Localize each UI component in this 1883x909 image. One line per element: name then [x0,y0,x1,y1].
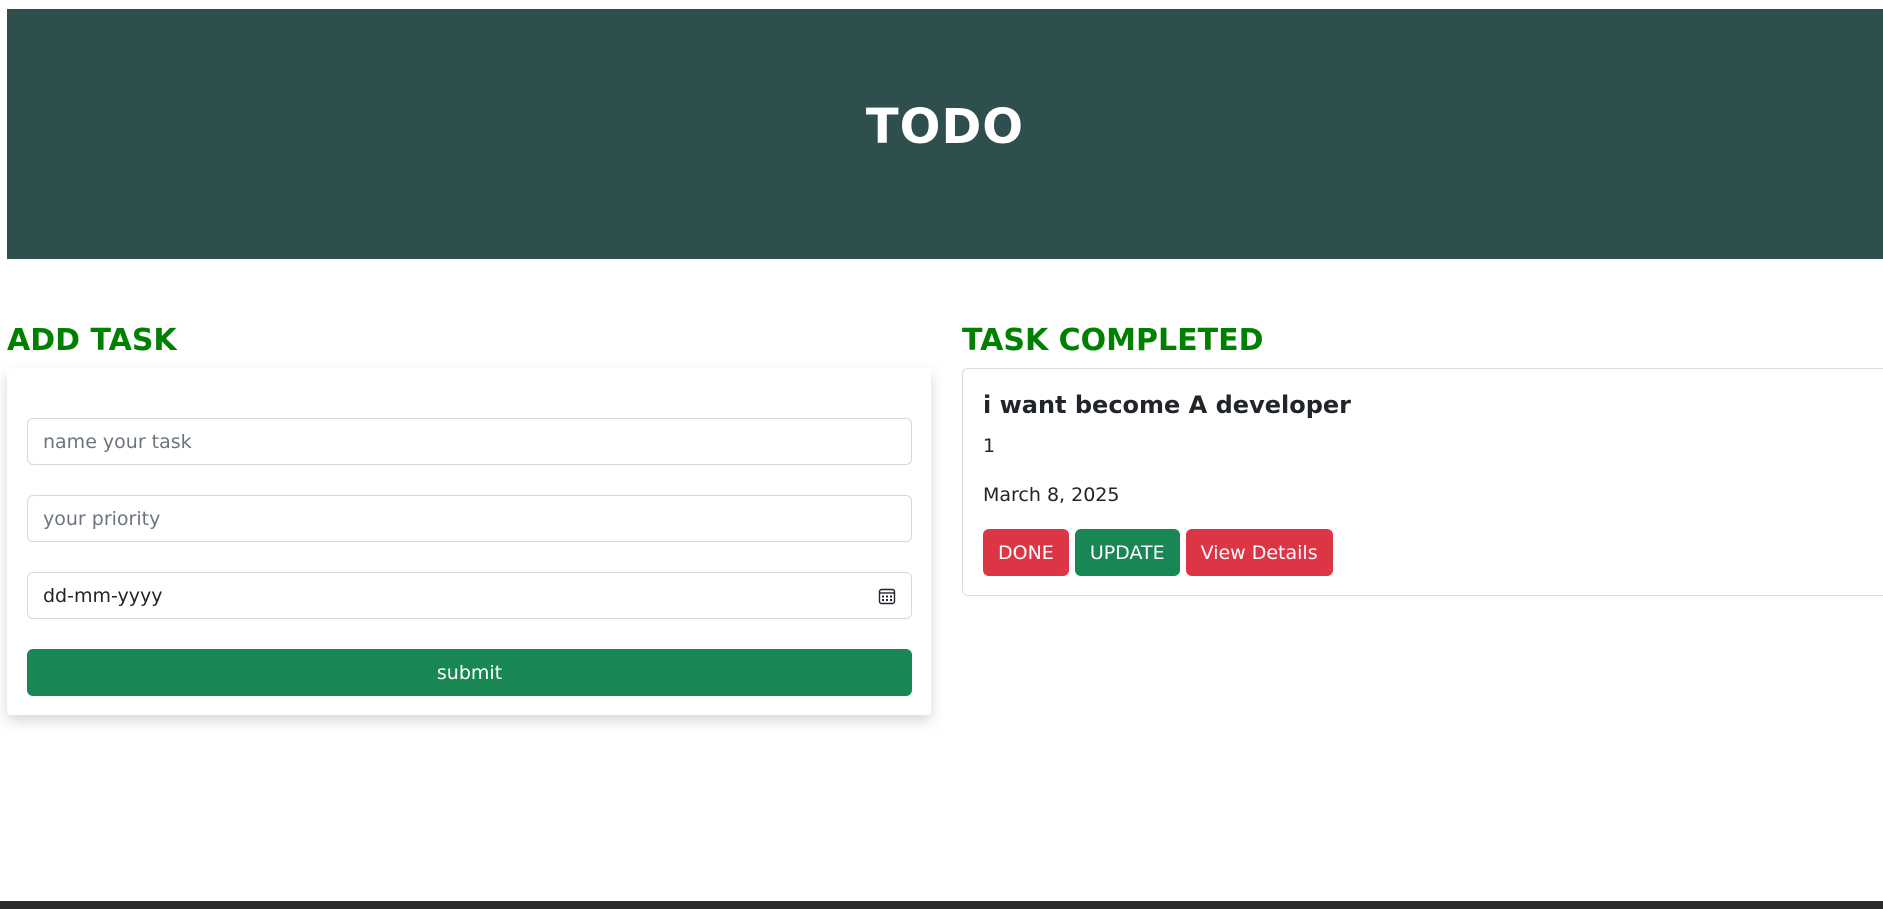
add-task-form: dd-mm-yyyy submit [7,368,931,715]
calendar-icon[interactable] [878,587,896,605]
app-header: TODO [7,9,1883,259]
task-card: i want become A developer 1 March 8, 202… [962,368,1883,596]
add-task-heading: ADD TASK [7,323,177,358]
date-placeholder: dd-mm-yyyy [43,584,163,607]
task-date: March 8, 2025 [983,484,1120,506]
view-details-button[interactable]: View Details [1185,529,1333,576]
done-button[interactable]: DONE [983,529,1069,576]
task-completed-heading: TASK COMPLETED [962,323,1264,358]
task-actions: DONE UPDATE View Details [983,529,1333,576]
task-date-input[interactable]: dd-mm-yyyy [27,572,912,619]
task-priority: 1 [983,435,996,457]
task-title: i want become A developer [983,391,1351,419]
task-name-input[interactable] [27,418,912,465]
task-priority-input[interactable] [27,495,912,542]
submit-button[interactable]: submit [27,649,912,696]
update-button[interactable]: UPDATE [1074,529,1180,576]
window-bottom-edge [0,901,1883,909]
todo-page: TODO ADD TASK dd-mm-yyyy submit TA [0,0,1883,909]
app-title: TODO [865,99,1025,155]
